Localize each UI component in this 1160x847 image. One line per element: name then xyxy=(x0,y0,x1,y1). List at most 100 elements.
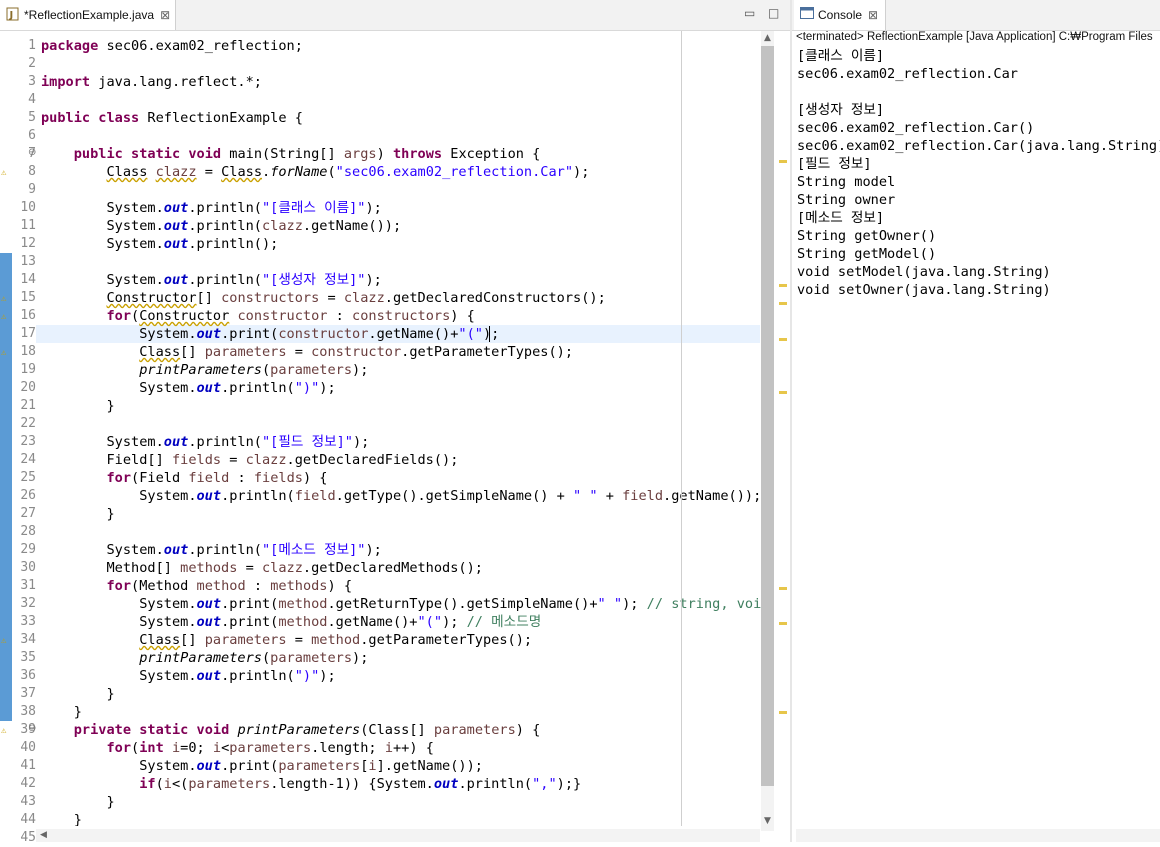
line-number: 9 xyxy=(28,182,36,197)
close-icon[interactable]: ⊠ xyxy=(160,8,170,22)
line-number: 40 xyxy=(20,740,36,755)
code-line[interactable]: System.out.println(); xyxy=(41,235,278,253)
overview-marker[interactable] xyxy=(779,391,787,394)
scroll-left-icon[interactable]: ◀ xyxy=(40,830,47,840)
code-line[interactable]: System.out.println(field.getType().getSi… xyxy=(41,487,761,505)
line-number: 12 xyxy=(20,236,36,251)
warning-icon[interactable]: ⚠ xyxy=(1,169,11,178)
svg-text:J: J xyxy=(9,10,14,21)
line-number: 13 xyxy=(20,254,36,269)
code-line[interactable]: public static void main(String[] args) t… xyxy=(41,145,541,163)
line-number: 35 xyxy=(20,650,36,665)
console-line: String getModel() xyxy=(797,246,937,262)
line-number: 3 xyxy=(28,74,36,89)
overview-marker[interactable] xyxy=(779,622,787,626)
code-line[interactable]: for(Method method : methods) { xyxy=(41,577,352,595)
editor-scroll-thumb[interactable] xyxy=(761,46,774,786)
code-line[interactable]: System.out.println(")"); xyxy=(41,379,335,397)
warning-icon[interactable]: ⚠ xyxy=(1,637,11,646)
code-line[interactable]: System.out.println("[생성자 정보]"); xyxy=(41,271,381,289)
code-line[interactable]: System.out.print(method.getReturnType().… xyxy=(41,595,761,613)
code-line[interactable]: System.out.print(constructor.getName()+"… xyxy=(41,325,499,343)
code-line[interactable]: Class[] parameters = constructor.getPara… xyxy=(41,343,573,361)
view-divider[interactable] xyxy=(790,0,792,842)
code-line[interactable]: System.out.print(method.getName()+"("); … xyxy=(41,613,541,631)
code-line[interactable]: Class clazz = Class.forName("sec06.exam0… xyxy=(41,163,589,181)
overview-marker[interactable] xyxy=(779,711,787,715)
line-number: 18 xyxy=(20,344,36,359)
print-margin xyxy=(681,31,682,826)
close-icon[interactable]: ⊠ xyxy=(868,8,878,22)
editor-tab-bar: J *ReflectionExample.java ⊠ ▭ □ xyxy=(0,0,790,31)
code-line[interactable]: import java.lang.reflect.*; xyxy=(41,73,262,91)
code-line[interactable]: private static void printParameters(Clas… xyxy=(41,721,541,739)
console-output[interactable]: [클래스 이름] sec06.exam02_reflection.Car [생성자 … xyxy=(797,47,1160,827)
line-number: 36 xyxy=(20,668,36,683)
code-line[interactable]: } xyxy=(41,811,82,826)
minimize-icon[interactable]: ▭ xyxy=(744,6,755,20)
maximize-icon[interactable]: □ xyxy=(768,6,779,20)
console-icon xyxy=(800,7,814,23)
warning-icon[interactable]: ⚠ xyxy=(1,313,11,322)
code-line[interactable]: } xyxy=(41,505,114,523)
line-number: 31 xyxy=(20,578,36,593)
line-number: 44 xyxy=(20,812,36,827)
fold-collapse-icon[interactable]: ⊖ xyxy=(28,723,36,734)
line-number: 21 xyxy=(20,398,36,413)
scroll-up-icon[interactable]: ▲ xyxy=(764,33,771,43)
line-number: 43 xyxy=(20,794,36,809)
code-line[interactable]: } xyxy=(41,685,114,703)
warning-icon[interactable]: ⚠ xyxy=(1,295,11,304)
line-number: 5 xyxy=(28,110,36,125)
code-line[interactable]: package sec06.exam02_reflection; xyxy=(41,37,303,55)
code-line[interactable]: System.out.println(")"); xyxy=(41,667,335,685)
console-horizontal-scrollbar[interactable] xyxy=(796,829,1160,842)
overview-marker[interactable] xyxy=(779,586,787,590)
code-line[interactable]: for(Field field : fields) { xyxy=(41,469,327,487)
code-line[interactable]: if(i<(parameters.length-1)) {System.out.… xyxy=(41,775,581,793)
code-line[interactable]: for(int i=0; i<parameters.length; i++) { xyxy=(41,739,433,757)
overview-marker[interactable] xyxy=(779,159,787,163)
code-line[interactable]: Method[] methods = clazz.getDeclaredMeth… xyxy=(41,559,483,577)
text-caret xyxy=(489,326,490,342)
code-line[interactable]: System.out.print(parameters[i].getName()… xyxy=(41,757,483,775)
line-number: 41 xyxy=(20,758,36,773)
line-number: 28 xyxy=(20,524,36,539)
overview-ruler[interactable] xyxy=(775,31,789,831)
code-text[interactable]: package sec06.exam02_reflection;import j… xyxy=(41,31,761,826)
warning-icon[interactable]: ⚠ xyxy=(1,349,11,358)
editor-tab[interactable]: J *ReflectionExample.java ⊠ xyxy=(0,0,176,30)
overview-marker[interactable] xyxy=(779,302,787,305)
code-line[interactable]: printParameters(parameters); xyxy=(41,649,368,667)
editor-horizontal-scrollbar[interactable] xyxy=(36,829,760,842)
code-line[interactable]: } xyxy=(41,703,82,721)
code-line[interactable]: System.out.println(clazz.getName()); xyxy=(41,217,401,235)
scroll-down-icon[interactable]: ▼ xyxy=(764,816,771,826)
console-tab[interactable]: Console ⊠ xyxy=(794,0,886,30)
line-number: 15 xyxy=(20,290,36,305)
code-line[interactable]: } xyxy=(41,793,114,811)
console-line: String owner xyxy=(797,192,896,208)
line-number: 19 xyxy=(20,362,36,377)
fold-collapse-icon[interactable]: ⊖ xyxy=(28,147,36,158)
code-line[interactable]: System.out.println("[메소드 정보]"); xyxy=(41,541,381,559)
code-line[interactable]: public class ReflectionExample { xyxy=(41,109,303,127)
console-line: [메소드 정보] xyxy=(797,210,885,226)
line-number: 27 xyxy=(20,506,36,521)
overview-marker[interactable] xyxy=(779,337,787,341)
code-line[interactable]: printParameters(parameters); xyxy=(41,361,368,379)
overview-marker[interactable] xyxy=(779,284,787,288)
code-line[interactable]: for(Constructor constructor : constructo… xyxy=(41,307,474,325)
code-line[interactable]: Constructor[] constructors = clazz.getDe… xyxy=(41,289,605,307)
warning-icon[interactable]: ⚠ xyxy=(1,727,11,736)
code-line[interactable]: Class[] parameters = method.getParameter… xyxy=(41,631,532,649)
line-number: 33 xyxy=(20,614,36,629)
line-number: 10 xyxy=(20,200,36,215)
code-line[interactable]: System.out.println("[클래스 이름]"); xyxy=(41,199,381,217)
code-line[interactable]: } xyxy=(41,397,114,415)
change-indicator xyxy=(0,253,12,721)
code-line[interactable]: System.out.println("[필드 정보]"); xyxy=(41,433,369,451)
line-number: 23 xyxy=(20,434,36,449)
code-line[interactable]: Field[] fields = clazz.getDeclaredFields… xyxy=(41,451,458,469)
console-line: sec06.exam02_reflection.Car() xyxy=(797,120,1035,136)
